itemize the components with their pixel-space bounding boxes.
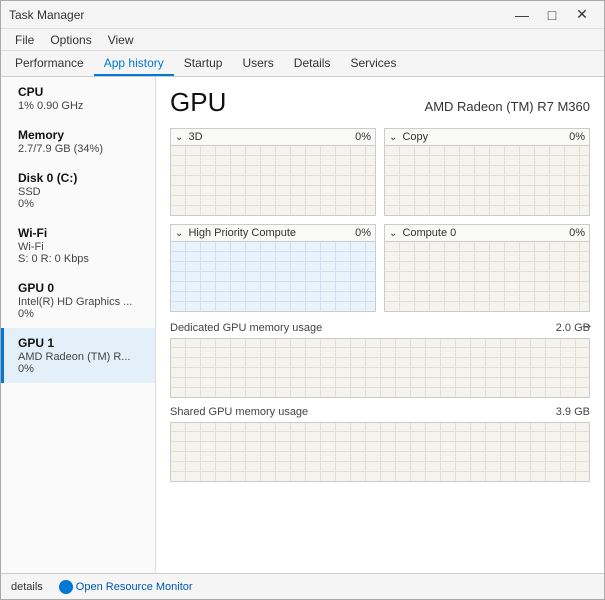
shared-memory-graph	[170, 422, 590, 482]
graph-copy-canvas	[385, 145, 589, 215]
sidebar-disk0-title: Disk 0 (C:)	[18, 171, 145, 185]
menu-file[interactable]: File	[7, 31, 42, 49]
sidebar-disk0-stat: 0%	[18, 198, 145, 210]
shared-memory-label-row: Shared GPU memory usage 3.9 GB	[170, 404, 590, 420]
chevron-copy-icon: ⌄	[389, 132, 397, 143]
tab-users[interactable]: Users	[232, 52, 283, 76]
title-bar: Task Manager — □ ✕	[1, 1, 604, 29]
tab-details[interactable]: Details	[284, 52, 341, 76]
task-manager-window: Task Manager — □ ✕ File Options View Per…	[0, 0, 605, 600]
graph-copy-label: ⌄ Copy	[389, 131, 428, 143]
sidebar-gpu1-title: GPU 1	[18, 336, 145, 350]
sidebar-item-cpu[interactable]: CPU 1% 0.90 GHz	[1, 77, 155, 120]
gpu-fullname: AMD Radeon (TM) R7 M360	[425, 99, 590, 114]
dedicated-memory-label-row: Dedicated GPU memory usage 2.0 GB	[170, 320, 590, 336]
tab-app-history[interactable]: App history	[94, 52, 174, 76]
sidebar-gpu0-stat: 0%	[18, 308, 145, 320]
maximize-button[interactable]: □	[538, 5, 566, 25]
resource-monitor-label: Open Resource Monitor	[76, 581, 193, 593]
close-button[interactable]: ✕	[568, 5, 596, 25]
sidebar-gpu0-title: GPU 0	[18, 281, 145, 295]
sidebar-cpu-title: CPU	[18, 85, 145, 99]
graph-highpri-label: ⌄ High Priority Compute	[175, 227, 296, 239]
resource-monitor-icon	[59, 580, 73, 594]
gpu-header: GPU AMD Radeon (TM) R7 M360	[170, 87, 590, 118]
menu-options[interactable]: Options	[42, 31, 99, 49]
footer: details Open Resource Monitor	[1, 573, 604, 599]
graph-3d-label: ⌄ 3D	[175, 131, 203, 143]
gpu-label: GPU	[170, 87, 226, 118]
sidebar-item-disk0[interactable]: Disk 0 (C:) SSD 0%	[1, 163, 155, 218]
graph-compute0-canvas	[385, 241, 589, 311]
graph-copy: ⌄ Copy 0%	[384, 128, 590, 216]
graph-highpri: ⌄ High Priority Compute 0%	[170, 224, 376, 312]
sidebar-wifi-stat: S: 0 R: 0 Kbps	[18, 253, 145, 265]
sidebar-gpu0-sub: Intel(R) HD Graphics ...	[18, 296, 145, 308]
open-resource-monitor-link[interactable]: Open Resource Monitor	[59, 580, 193, 594]
chevron-compute0-icon: ⌄	[389, 228, 397, 239]
sidebar-cpu-sub: 1% 0.90 GHz	[18, 100, 145, 112]
graph-highpri-canvas	[171, 241, 375, 311]
graph-copy-percent: 0%	[569, 131, 585, 143]
sidebar-wifi-sub: Wi-Fi	[18, 241, 145, 253]
shared-memory-value: 3.9 GB	[556, 406, 590, 418]
menu-view[interactable]: View	[100, 31, 142, 49]
graph-compute0-label: ⌄ Compute 0	[389, 227, 456, 239]
graph-3d-percent: 0%	[355, 131, 371, 143]
graph-compute0: ⌄ Compute 0 0%	[384, 224, 590, 312]
tab-bar: Performance App history Startup Users De…	[1, 51, 604, 77]
sidebar: CPU 1% 0.90 GHz Memory 2.7/7.9 GB (34%) …	[1, 77, 156, 573]
tab-performance[interactable]: Performance	[5, 52, 94, 76]
sidebar-item-memory[interactable]: Memory 2.7/7.9 GB (34%)	[1, 120, 155, 163]
chevron-3d-icon: ⌄	[175, 132, 183, 143]
graph-compute0-header: ⌄ Compute 0 0%	[385, 225, 589, 241]
graphs-grid: ⌄ 3D 0% ⌄ Copy 0%	[170, 128, 590, 312]
memory-section: Dedicated GPU memory usage 2.0 GB Shared…	[170, 320, 590, 482]
sidebar-wifi-title: Wi-Fi	[18, 226, 145, 240]
chevron-highpri-icon: ⌄	[175, 228, 183, 239]
minimize-button[interactable]: —	[508, 5, 536, 25]
menu-bar: File Options View	[1, 29, 604, 51]
graph-3d-canvas	[171, 145, 375, 215]
graph-highpri-header: ⌄ High Priority Compute 0%	[171, 225, 375, 241]
sidebar-memory-title: Memory	[18, 128, 145, 142]
window-controls: — □ ✕	[508, 5, 596, 25]
sidebar-gpu1-sub: AMD Radeon (TM) R...	[18, 351, 145, 363]
main-panel: GPU AMD Radeon (TM) R7 M360 ⌄ 3D 0%	[156, 77, 604, 573]
dedicated-memory-value: 2.0 GB	[556, 322, 590, 334]
sidebar-item-gpu1[interactable]: GPU 1 AMD Radeon (TM) R... 0%	[1, 328, 155, 383]
tab-startup[interactable]: Startup	[174, 52, 233, 76]
graph-compute0-percent: 0%	[569, 227, 585, 239]
dedicated-memory-label: Dedicated GPU memory usage	[170, 322, 322, 334]
dedicated-memory-graph	[170, 338, 590, 398]
graph-3d-header: ⌄ 3D 0%	[171, 129, 375, 145]
sidebar-disk0-sub: SSD	[18, 186, 145, 198]
footer-details: details	[11, 581, 43, 593]
sidebar-gpu1-stat: 0%	[18, 363, 145, 375]
sidebar-item-wifi[interactable]: Wi-Fi Wi-Fi S: 0 R: 0 Kbps	[1, 218, 155, 273]
sidebar-memory-sub: 2.7/7.9 GB (34%)	[18, 143, 145, 155]
sidebar-item-gpu0[interactable]: GPU 0 Intel(R) HD Graphics ... 0%	[1, 273, 155, 328]
graph-copy-header: ⌄ Copy 0%	[385, 129, 589, 145]
graph-highpri-percent: 0%	[355, 227, 371, 239]
shared-memory-label: Shared GPU memory usage	[170, 406, 308, 418]
window-title: Task Manager	[9, 8, 84, 22]
graph-3d: ⌄ 3D 0%	[170, 128, 376, 216]
tab-services[interactable]: Services	[340, 52, 406, 76]
content-area: CPU 1% 0.90 GHz Memory 2.7/7.9 GB (34%) …	[1, 77, 604, 573]
